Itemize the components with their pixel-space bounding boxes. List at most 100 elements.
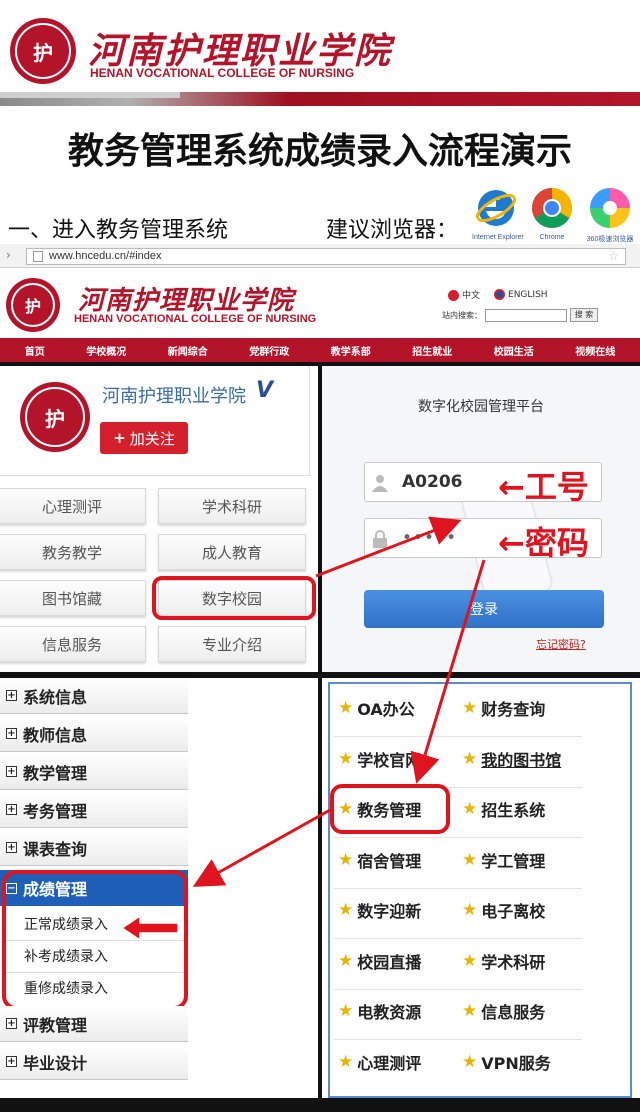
portal-item[interactable]: ★ 财务查询 [462,696,545,720]
ie-label: Internet Explorer [472,234,524,241]
nav-item[interactable]: 招生就业 [412,343,452,358]
portal-item[interactable]: ★ 电子离校 [462,898,545,922]
nav-item[interactable]: 新闻综合 [168,343,208,358]
expand-icon: + [6,766,17,777]
star-icon: ★ [462,950,478,971]
portal-item[interactable]: ★ 数字迎新 [338,898,421,922]
portal-item-label: 心理测评 [357,1053,422,1073]
expand-icon: + [6,842,17,853]
search-label: 站内搜索： [442,310,482,320]
nav-item[interactable]: 学校概况 [86,343,126,358]
portal-item-label: 招生系统 [481,801,546,820]
chrome-label: Chrome [539,234,565,241]
portal-item-label: 我的图书馆 [481,750,562,770]
school-seal-logo: 护 [10,18,76,84]
row-divider [334,1039,582,1040]
login-button[interactable]: 登录 [364,590,604,628]
address-url: www.hncedu.cn/#index [49,250,162,262]
portal-item[interactable]: ★ 我的图书馆 [462,747,561,771]
star-icon: ★ [338,1001,354,1021]
annotation-password: ←密码 [498,524,589,562]
highlight-box-digital-campus [152,576,316,620]
lang-cn-link[interactable]: 中文 [448,288,480,301]
portal-item[interactable]: ★ 信息服务 [462,999,545,1023]
portal-item[interactable]: ★ 学工管理 [462,848,545,872]
profile-name[interactable]: 河南护理职业学院 [102,382,246,408]
bottom-border [0,1098,640,1112]
portal-item[interactable]: ★ 学术科研 [462,949,545,973]
menu-label: 教学管理 [23,763,88,783]
left-arrow-icon [122,914,179,942]
expand-icon: + [6,728,17,739]
menu-label: 评教管理 [23,1015,88,1035]
portal-item[interactable]: ★ 电教资源 [338,999,421,1023]
menu-button-info[interactable]: 信息服务 [0,626,146,662]
star-icon: ★ [462,748,478,769]
browser-recommendation: 建议浏览器： [326,218,459,243]
menu-button-majors[interactable]: 专业介绍 [158,626,306,662]
bookmark-star-icon[interactable]: ☆ [608,249,619,264]
portal-item[interactable]: ★ 学校官网 [338,747,421,771]
star-icon: ★ [462,900,478,920]
menu-evaluation[interactable]: + 评教管理 [0,1006,188,1042]
nav-item[interactable]: 首页 [25,343,45,358]
menu-label: 课表查询 [23,839,88,859]
menu-teacher-info[interactable]: + 教师信息 [0,716,188,752]
menu-timetable[interactable]: + 课表查询 [0,830,188,866]
password-value: ••••• [402,528,458,548]
site-nav: 首页 学校概况 新闻综合 党群行政 教学系部 招生就业 校园生活 视频在线 [0,338,640,362]
portal-item-label: VPN服务 [481,1053,551,1073]
portal-item-label: 电子离校 [481,902,546,921]
menu-label: 毕业设计 [23,1053,88,1073]
search-input[interactable] [485,308,567,322]
menu-button-adult-edu[interactable]: 成人教育 [158,534,306,570]
portal-item[interactable]: ★ OA办公 [338,696,415,720]
portal-item-label: 宿舍管理 [357,851,422,871]
nav-item[interactable]: 校园生活 [494,343,534,358]
chrome-icon [532,188,572,228]
menu-button-library[interactable]: 图书馆藏 [0,580,146,616]
site-name-en: HENAN VOCATIONAL COLLEGE OF NURSING [74,313,317,325]
portal-grid-frame [328,682,632,1098]
portal-item[interactable]: ★ 招生系统 [462,797,545,821]
portal-item[interactable]: ★ 校园直播 [338,949,421,973]
address-bar[interactable]: www.hncedu.cn/#index ☆ [26,248,626,265]
step-heading: 一、进入教务管理系统 [8,218,229,243]
portal-item-label: 学工管理 [481,851,546,871]
star-icon: ★ [462,799,478,819]
uk-flag-icon [494,289,506,300]
chrome-browser: Chrome [528,186,576,241]
menu-system-info[interactable]: + 系统信息 [0,678,188,714]
china-flag-icon [448,290,459,301]
row-divider [334,887,582,889]
plus-icon: + [113,429,126,447]
star-icon: ★ [462,849,478,870]
forward-arrow-icon[interactable]: › [6,248,11,262]
forgot-password-link[interactable]: 忘记密码? [536,636,586,652]
highlight-box-edu-mgmt [330,784,450,834]
portal-item[interactable]: ★ 心理测评 [338,1050,421,1074]
lang-en-label: ENGLISH [508,290,548,300]
lang-en-link[interactable]: ENGLISH [494,289,548,300]
portal-item[interactable]: ★ 宿舍管理 [338,848,421,872]
menu-button-teaching[interactable]: 教务教学 [0,534,146,570]
menu-button-research[interactable]: 学术科研 [158,488,306,524]
nav-item[interactable]: 党群行政 [249,343,289,358]
ie-icon [475,190,517,226]
menu-teaching-mgmt[interactable]: + 教学管理 [0,754,188,790]
portal-item[interactable]: ★ VPN服务 [462,1050,551,1074]
follow-button[interactable]: + 加关注 [100,422,188,454]
expand-icon: + [6,690,17,701]
star-icon: ★ [462,1001,478,1021]
nav-item[interactable]: 教学系部 [331,343,371,358]
portal-item-label: 学校官网 [357,750,422,770]
star-icon: ★ [462,1051,478,1072]
nav-item[interactable]: 视频在线 [575,343,615,358]
menu-exam-mgmt[interactable]: + 考务管理 [0,792,188,828]
username-value: A0206 [402,472,463,492]
row-divider [334,736,582,737]
search-button[interactable]: 搜 索 [570,308,598,322]
lang-cn-label: 中文 [462,291,481,301]
menu-graduation[interactable]: + 毕业设计 [0,1044,188,1080]
menu-button-psych[interactable]: 心理测评 [0,488,146,524]
